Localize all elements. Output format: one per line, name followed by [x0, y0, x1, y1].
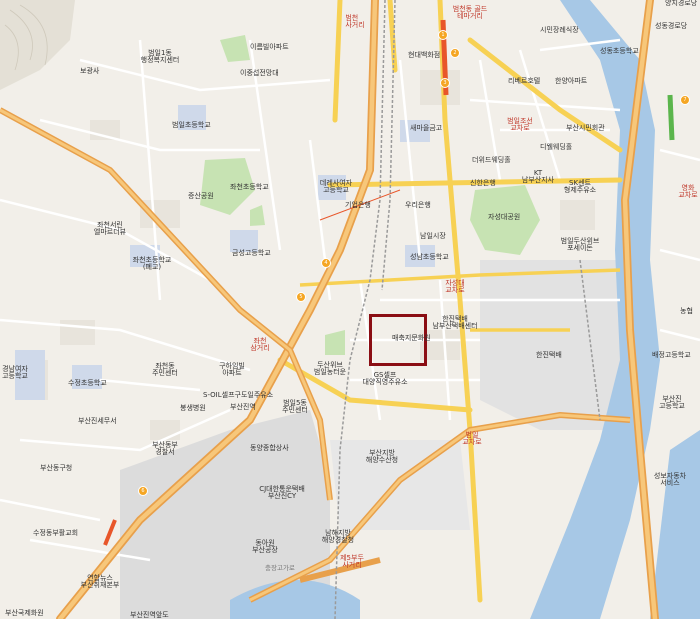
label-woori: 우리은행: [405, 201, 431, 209]
park-small-3: [250, 205, 265, 226]
label-kt: KT 남부산지사: [521, 169, 555, 184]
label-seongnam-elem: 성남초등학교: [410, 253, 449, 261]
label-hyundai: 현대백화점: [408, 51, 441, 59]
label-beomil-gyocharo: 범일 교차로: [462, 431, 482, 446]
label-bongsaeng: 봉생병원: [180, 404, 206, 412]
label-wonju: 연합뉴스 부산취재본부: [80, 574, 120, 589]
label-jwacheon-elem2: 좌천초등학교 (폐교): [132, 256, 172, 271]
label-hanyang: 한양아파트: [555, 77, 588, 85]
label-jwacheon-ap: 좌천서린 엘마르더뷰: [93, 221, 127, 236]
station-marker[interactable]: 7: [680, 95, 690, 105]
label-seongdong-elem: 성동초등학교: [600, 47, 639, 55]
label-ocean-highway: 충장고가로: [265, 564, 295, 572]
marker-label: 매축지문화원: [392, 334, 431, 342]
label-diwel: 디웰웨딩홀: [540, 143, 573, 151]
label-sajik: 좌천 삼거리: [250, 337, 270, 352]
label-busan-dong-gu: 부산동구청: [40, 464, 73, 472]
hill-area: [0, 0, 75, 90]
label-beomil1: 범일1동 행정복지센터: [140, 49, 180, 64]
label-beomil-duosan: 범일두산위브 포세이돈: [560, 237, 600, 252]
label-busan-civic: 부산시민회관: [566, 124, 605, 132]
label-gs-self: GS셀프 대양직영주유소: [362, 371, 408, 386]
label-busan-international: 부산국제화원: [5, 609, 44, 617]
label-sujeong-mosque: 수정동부활교회: [33, 529, 79, 537]
label-jeongyang: 제5부두 사거리: [340, 554, 364, 569]
label-busanjin-high: 부산진 고등학교: [659, 395, 685, 410]
bay-water: [650, 430, 700, 619]
label-ijungseop: 이중섭전망대: [240, 69, 279, 77]
label-shinhan: 신한은행: [470, 179, 496, 187]
label-soil: S-OIL셀프구도일주유소: [203, 391, 274, 399]
label-beomil-elem: 범일초등학교: [172, 121, 211, 129]
label-busanjin-station: 부산진역: [230, 403, 256, 411]
label-busandong-police: 부산동부 경찰서: [152, 441, 178, 456]
map-canvas[interactable]: [0, 0, 700, 619]
station-marker[interactable]: 5: [296, 292, 306, 302]
label-donga: 동아원 부산공장: [252, 539, 278, 554]
label-yeonghwa: 영화 교차로: [678, 184, 698, 199]
label-namhae: 남해지방 해양경찰청: [321, 529, 355, 544]
station-marker[interactable]: 1: [438, 30, 448, 40]
station-marker[interactable]: 6: [138, 486, 148, 496]
label-jeungsan-park: 증산공원: [188, 192, 214, 200]
label-deokmyeong: 데레사여자 고등학교: [319, 179, 353, 194]
label-sk: SK센트 형제주유소: [563, 179, 597, 194]
port-area: [480, 260, 625, 430]
label-ribbon: 리베르호텔: [508, 77, 541, 85]
label-jaseongdae-park: 자성대공원: [488, 213, 521, 221]
station-marker[interactable]: 3: [440, 78, 450, 88]
label-sijanghyeop: 시민장례식장: [540, 26, 579, 34]
label-jaseongdae-gyo: 자성대 교차로: [445, 279, 465, 294]
label-ci-cy: CJ대한통운택배 부산진CY: [259, 485, 305, 500]
label-gu-hanbang: 구하임빌 아파트: [219, 362, 245, 377]
label-baekjeong: 배정고등학교: [652, 351, 691, 359]
dock-area: [330, 440, 470, 530]
label-busan-port: 부산지방 해양수산청: [365, 449, 399, 464]
label-busan-jinseomuso: 부산진세무서: [78, 417, 117, 425]
label-jwacheon-center: 좌천동 주민센터: [152, 362, 178, 377]
map-view[interactable]: 1 2 3 4 5 6 7 매축지문화원 범천 사거리 범천동 골드 테마거리 …: [0, 0, 700, 619]
label-seongdong-gyeong: 성동경로당: [655, 22, 688, 30]
label-doosan-we: 두산위브 범일농터운: [313, 361, 347, 376]
label-beomil5: 범일5동 주민센터: [282, 399, 308, 414]
label-dewelding: 더위드웨딩홀: [472, 156, 511, 164]
label-namil-market: 남일시장: [420, 232, 446, 240]
label-beomcheon-sageori: 범천 사거리: [345, 14, 365, 29]
label-hanjin-center: 한진택배 남부산택배센터: [432, 315, 478, 330]
label-sujeong-elem: 수정초등학교: [68, 379, 107, 387]
label-busan-north: 부산진역앞도: [130, 611, 169, 619]
label-yangji: 양지경로당: [665, 0, 698, 7]
label-beomcheon-gold: 범천동 골드 테마거리: [452, 5, 488, 20]
label-ieum: 이름빌아파트: [250, 43, 289, 51]
label-dongyang: 동양종합상사: [250, 444, 289, 452]
subway-line-1-south: [103, 519, 117, 546]
station-marker[interactable]: 4: [321, 258, 331, 268]
label-seongbuk: 성보자동차 서비스: [653, 472, 687, 487]
park-small-1: [220, 35, 250, 62]
label-gieop: 기업은행: [345, 201, 371, 209]
label-geumseong: 금성고등학교: [232, 249, 271, 257]
label-beomilgyocharo: 범일조선 교차로: [507, 117, 533, 132]
label-saemaeul: 새마을금고: [410, 124, 443, 132]
label-boeun: 보광사: [80, 67, 100, 75]
park-small-2: [325, 330, 345, 355]
label-jwacheon-elem: 좌천초등학교: [230, 183, 269, 191]
subway-line-2: [667, 94, 675, 141]
label-hanjin: 한진택배: [536, 351, 562, 359]
label-nongsan: 농협: [680, 307, 693, 315]
label-dongnam-girls: 경남여자 고등학교: [2, 365, 28, 380]
station-marker[interactable]: 2: [450, 48, 460, 58]
